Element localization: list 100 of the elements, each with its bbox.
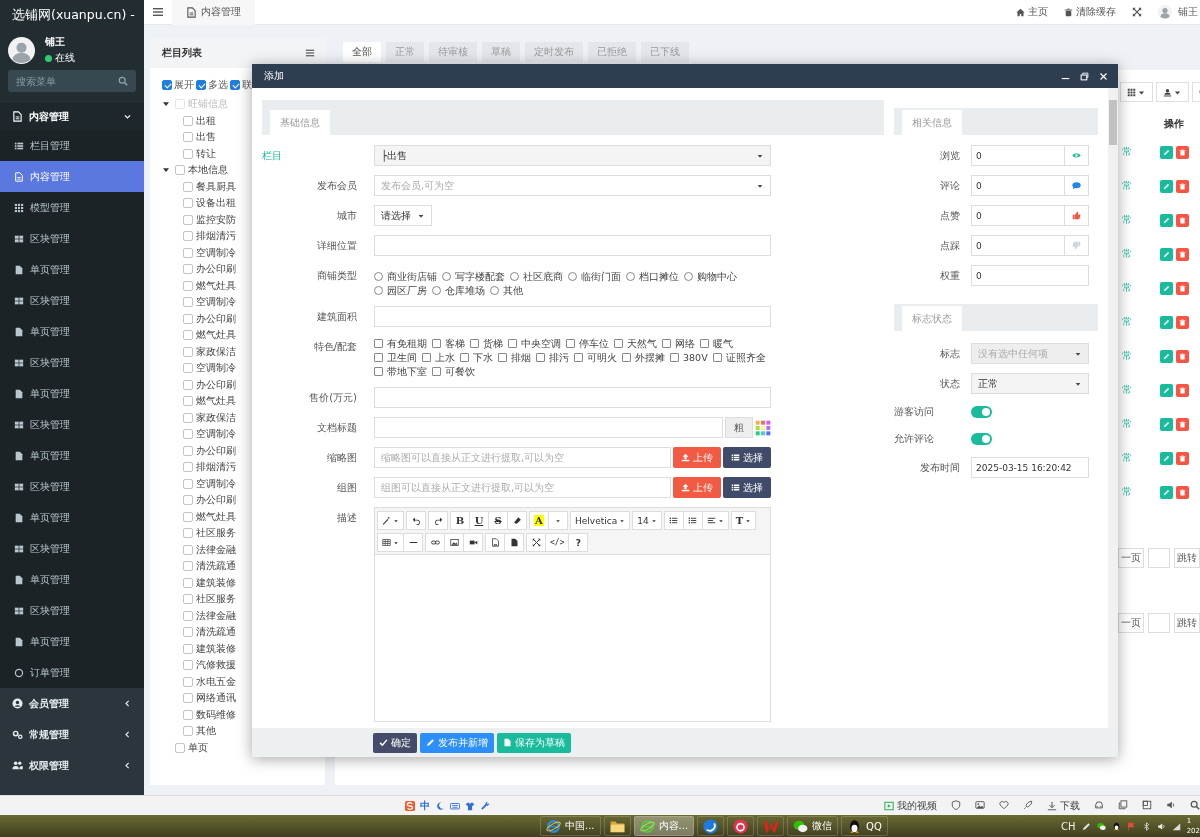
menu-item[interactable]: 区块管理 [0,223,144,254]
checkbox-option[interactable]: 客梯 [432,337,465,350]
tree-label[interactable]: 燃气灶具 [196,278,236,293]
checkbox[interactable] [566,339,575,348]
maximize-icon[interactable] [1080,71,1089,81]
checkbox[interactable] [183,528,193,539]
checkbox-option[interactable]: 排污 [536,351,569,364]
user-name[interactable]: 铺王 [1178,5,1198,19]
tree-label[interactable]: 法律金融 [196,608,236,623]
delete-button[interactable] [1175,485,1189,499]
delete-button[interactable] [1175,451,1189,465]
select-field[interactable]: ├出售 [374,145,771,166]
radio-option[interactable]: 其他 [490,284,523,297]
taskbar-button[interactable] [727,816,755,836]
checkbox[interactable] [183,346,193,357]
strikethrough-button[interactable]: S [488,511,508,530]
checkbox-option[interactable]: 下水 [460,351,493,364]
delete-button[interactable] [1175,179,1189,193]
menu-icon[interactable] [152,6,164,18]
eraser-button[interactable] [507,511,527,530]
checkbox[interactable] [536,353,545,362]
edit-button[interactable] [1159,417,1173,431]
menu-item[interactable]: 内容管理 [0,161,144,192]
checkbox-option[interactable]: 天然气 [614,337,657,350]
tree-label[interactable]: 排烟清污 [196,460,236,475]
text-field[interactable] [374,387,771,408]
checkbox[interactable] [183,363,193,374]
edit-button[interactable] [1159,315,1173,329]
tree-label[interactable]: 家政保洁 [196,410,236,425]
checkbox[interactable] [183,693,193,704]
checkbox-option[interactable]: 停车位 [566,337,609,350]
tree-label[interactable]: 汽修救援 [196,658,236,673]
menu-item[interactable]: 单页管理 [0,378,144,409]
taskbar-button[interactable]: 内容... [633,816,695,836]
checkbox[interactable] [614,339,623,348]
line-height-button[interactable]: T [730,511,757,530]
radio-button[interactable] [626,272,635,281]
text-field[interactable]: 缩略图可以直接从正文进行提取,可以为空 [374,447,671,468]
radio-button[interactable] [432,286,441,295]
jump-button[interactable]: 跳转 [1174,548,1200,568]
checkbox[interactable] [374,339,383,348]
checkbox[interactable] [183,379,193,390]
close-icon[interactable] [1099,71,1108,81]
checkbox[interactable] [183,643,193,654]
number-field[interactable]: 0 [971,205,1065,226]
checkbox-option[interactable]: 卫生间 [374,351,417,364]
underline-button[interactable]: U [469,511,489,530]
option-label[interactable]: 展开 [174,78,194,92]
radio-option[interactable]: 临街门面 [568,270,621,283]
checkbox[interactable] [175,742,185,753]
tree-label[interactable]: 餐具厨具 [196,179,236,194]
checkbox-option[interactable]: 外摆摊 [622,351,665,364]
checkbox[interactable] [183,511,193,522]
bold-toggle-button[interactable]: 粗 [725,417,753,438]
checkbox[interactable] [183,313,193,324]
checkbox[interactable] [183,478,193,489]
menu-item[interactable]: 单页管理 [0,440,144,471]
menu-item[interactable]: 区块管理 [0,595,144,626]
checkbox[interactable] [498,353,507,362]
menu-item[interactable]: 单页管理 [0,564,144,595]
menu-item[interactable]: 单页管理 [0,502,144,533]
tree-label[interactable]: 社区服务 [196,526,236,541]
checkbox-option[interactable]: 可明火 [574,351,617,364]
checkbox[interactable] [183,709,193,720]
video-button[interactable] [463,533,483,552]
fullscreen-icon[interactable] [1132,7,1142,17]
tree-label[interactable]: 排烟清污 [196,229,236,244]
radio-option[interactable]: 购物中心 [684,270,737,283]
tree-label[interactable]: 燃气灶具 [196,328,236,343]
header-link[interactable]: 清除缓存 [1064,5,1116,19]
page-number-field[interactable] [1148,613,1170,633]
tree-label[interactable]: 水电五金 [196,674,236,689]
tree-label[interactable]: 监控安防 [196,212,236,227]
radio-option[interactable]: 仓库堆场 [432,284,485,297]
toggle-switch[interactable] [971,433,992,445]
tree-label[interactable]: 空调制冷 [196,427,236,442]
option-label[interactable]: 多选 [208,78,228,92]
tree-label[interactable]: 办公印刷 [196,377,236,392]
undo-button[interactable] [406,511,426,530]
text-field[interactable] [374,417,723,438]
checkbox[interactable] [196,80,206,90]
table-button[interactable] [377,533,404,552]
checkbox[interactable] [183,181,193,192]
delete-button[interactable] [1175,281,1189,295]
fullscreen-button[interactable] [526,533,546,552]
search-field[interactable]: 搜索菜单 [8,70,136,92]
export-dropdown-button[interactable] [1156,82,1189,102]
select-field[interactable]: 请选择 [374,205,432,226]
tree-label[interactable]: 燃气灶具 [196,509,236,524]
tree-label[interactable]: 空调制冷 [196,245,236,260]
tree-label[interactable]: 空调制冷 [196,295,236,310]
menu-item[interactable]: 区块管理 [0,471,144,502]
checkbox[interactable] [662,339,671,348]
checkbox[interactable] [183,280,193,291]
menu-item[interactable]: 订单管理 [0,657,144,688]
checkbox[interactable] [700,339,709,348]
checkbox[interactable] [374,367,383,376]
checkbox-option[interactable]: 网络 [662,337,695,350]
menu-item[interactable]: 区块管理 [0,347,144,378]
checkbox[interactable] [183,495,193,506]
